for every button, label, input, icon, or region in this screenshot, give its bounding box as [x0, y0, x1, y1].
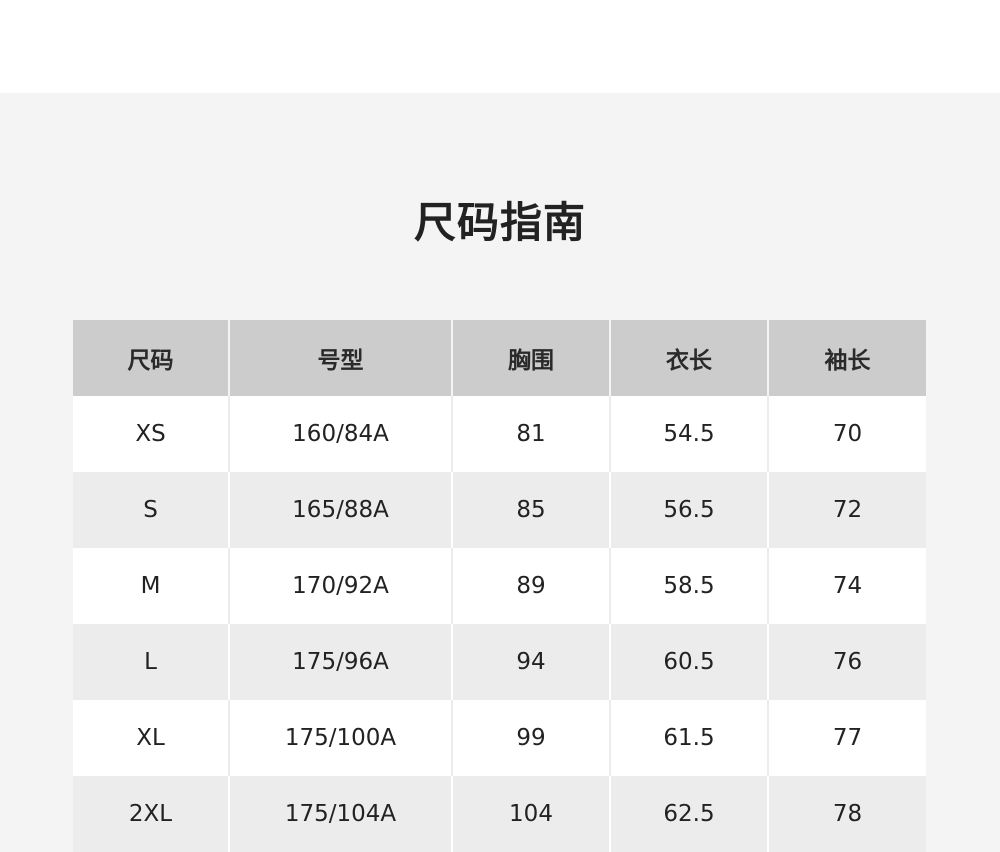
table-row: 2XL 175/104A 104 62.5 78: [73, 776, 926, 852]
cell-size: S: [143, 497, 158, 523]
size-table: 尺码 号型 胸围 衣长 袖长 XS 160/84A 81 54.5 70 S 1…: [73, 320, 926, 852]
cell-length: 61.5: [609, 700, 768, 776]
cell-length: 60.5: [609, 624, 768, 700]
header-sleeve: 袖长: [767, 320, 926, 396]
top-band: [0, 0, 1000, 93]
size-guide-section: 尺码指南 尺码 号型 胸围 衣长 袖长 XS 160/84A 81 54.5 7…: [0, 93, 1000, 852]
table-row: L 175/96A 94 60.5 76: [73, 624, 926, 700]
page-title: 尺码指南: [413, 198, 586, 247]
cell-model: 170/92A: [228, 548, 452, 624]
cell-size: 2XL: [128, 801, 173, 827]
cell-sleeve: 77: [767, 700, 926, 776]
header-size: 尺码: [127, 348, 174, 374]
cell-size: M: [140, 573, 161, 599]
table-header-row: 尺码 号型 胸围 衣长 袖长: [73, 320, 926, 396]
cell-length: 62.5: [609, 776, 768, 852]
cell-size: XL: [136, 725, 165, 751]
cell-chest: 85: [451, 472, 610, 548]
table-row: M 170/92A 89 58.5 74: [73, 548, 926, 624]
table-row: XS 160/84A 81 54.5 70: [73, 396, 926, 472]
header-length: 衣长: [609, 320, 768, 396]
cell-sleeve: 70: [767, 396, 926, 472]
header-model: 号型: [228, 320, 452, 396]
table-row: S 165/88A 85 56.5 72: [73, 472, 926, 548]
cell-chest: 81: [451, 396, 610, 472]
cell-chest: 94: [451, 624, 610, 700]
cell-chest: 99: [451, 700, 610, 776]
cell-sleeve: 78: [767, 776, 926, 852]
cell-sleeve: 74: [767, 548, 926, 624]
cell-length: 58.5: [609, 548, 768, 624]
cell-sleeve: 76: [767, 624, 926, 700]
cell-length: 54.5: [609, 396, 768, 472]
cell-model: 160/84A: [228, 396, 452, 472]
cell-size: XS: [135, 421, 166, 447]
cell-chest: 104: [451, 776, 610, 852]
cell-sleeve: 72: [767, 472, 926, 548]
cell-chest: 89: [451, 548, 610, 624]
cell-length: 56.5: [609, 472, 768, 548]
cell-model: 175/100A: [228, 700, 452, 776]
cell-model: 165/88A: [228, 472, 452, 548]
header-chest: 胸围: [451, 320, 610, 396]
cell-model: 175/104A: [228, 776, 452, 852]
table-row: XL 175/100A 99 61.5 77: [73, 700, 926, 776]
cell-model: 175/96A: [228, 624, 452, 700]
cell-size: L: [144, 649, 157, 675]
